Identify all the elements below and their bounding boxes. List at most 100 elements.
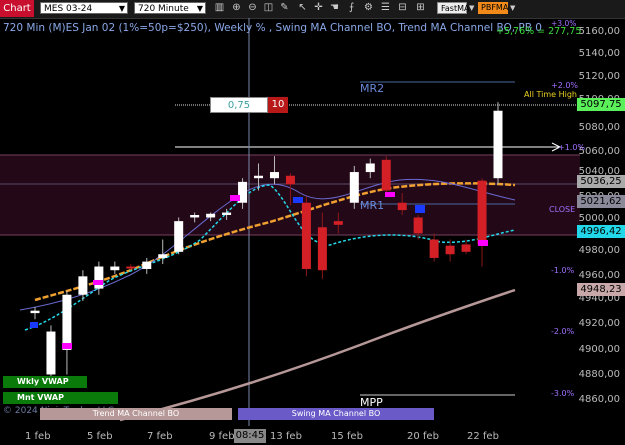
zoom-in-icon[interactable]: ⊕ bbox=[230, 2, 243, 14]
candle-body bbox=[254, 175, 264, 179]
chevron-down-icon[interactable]: ▼ bbox=[510, 2, 515, 14]
cursor-icon[interactable]: ↖ bbox=[296, 2, 309, 14]
chart-trader-icon[interactable]: ⊞ bbox=[414, 2, 427, 14]
chart-window: Chart MES 03-24 ▼ 720 Minute ▼ ▥ ⊕ ⊖ ◫ ✎… bbox=[0, 0, 625, 445]
mnt-vwap-label: Mnt VWAP bbox=[3, 392, 118, 404]
chart-style-icon[interactable]: ◫ bbox=[262, 2, 275, 14]
chevron-down-icon: ▼ bbox=[196, 4, 203, 13]
timeframe-value: 720 Minute bbox=[138, 4, 189, 14]
candle-body bbox=[285, 175, 295, 185]
x-tick: 13 feb bbox=[270, 431, 302, 442]
pct-label: +1.0% bbox=[558, 143, 586, 152]
bars-icon[interactable]: ▥ bbox=[213, 2, 226, 14]
indicators-icon[interactable]: ⨍ bbox=[345, 2, 358, 14]
x-tick: 7 feb bbox=[147, 431, 173, 442]
candles bbox=[30, 102, 503, 377]
y-tick: 5080,00 bbox=[578, 122, 620, 133]
close-price-tag: 5036,25 bbox=[577, 175, 625, 188]
candle-body bbox=[222, 212, 232, 215]
candle-body bbox=[397, 202, 407, 211]
y-tick: 4960,00 bbox=[578, 270, 620, 281]
chevron-down-icon: ▼ bbox=[118, 4, 125, 13]
crosshair-icon[interactable]: ✛ bbox=[312, 2, 325, 14]
marker-blue bbox=[293, 197, 303, 203]
all-time-high-label: All Time High bbox=[524, 90, 577, 99]
candle-body bbox=[461, 244, 471, 252]
x-tick: 20 feb bbox=[407, 431, 439, 442]
fast-ma-button[interactable]: FastMA bbox=[437, 2, 469, 14]
candle-body bbox=[78, 276, 88, 295]
candle-body bbox=[158, 254, 168, 258]
y-tick: 5000,00 bbox=[578, 213, 620, 224]
x-tick: 5 feb bbox=[87, 431, 113, 442]
header-gain: +5,76% = 277,75 bbox=[496, 26, 582, 37]
template-icon[interactable]: ⊟ bbox=[396, 2, 409, 14]
chevron-down-icon[interactable]: ▼ bbox=[469, 2, 474, 14]
trend-ma-channel-label: Trend MA Channel BO bbox=[40, 408, 232, 420]
timeframe-selector[interactable]: 720 Minute ▼ bbox=[134, 2, 206, 14]
marker-magenta bbox=[93, 280, 103, 285]
x-tick: 9 feb bbox=[209, 431, 235, 442]
y-tick: 4920,00 bbox=[578, 318, 620, 329]
candle-body bbox=[269, 172, 279, 179]
y-tick: 4860,00 bbox=[578, 394, 620, 405]
mr2-label: MR2 bbox=[360, 82, 385, 95]
symbol-value: MES 03-24 bbox=[44, 4, 93, 14]
marker-magenta bbox=[230, 195, 240, 201]
y-tick: 5160,00 bbox=[578, 26, 620, 37]
x-tick: 22 feb bbox=[467, 431, 499, 442]
marker-blue bbox=[30, 322, 38, 328]
pct-label: -3.0% bbox=[551, 389, 575, 398]
y-tick: 5120,00 bbox=[578, 71, 620, 82]
marker-magenta bbox=[62, 343, 72, 349]
strategy-icon[interactable]: ⚙ bbox=[362, 2, 375, 14]
candle-body bbox=[174, 221, 184, 252]
pbf-ma-button[interactable]: PBFMA bbox=[478, 2, 508, 14]
toolbar: Chart MES 03-24 ▼ 720 Minute ▼ ▥ ⊕ ⊖ ◫ ✎… bbox=[0, 0, 625, 19]
price-chart[interactable] bbox=[0, 18, 625, 426]
candle-body bbox=[30, 310, 40, 314]
last-price-tag: 5097,75 bbox=[577, 98, 625, 111]
properties-icon[interactable]: ☰ bbox=[379, 2, 392, 14]
candle-body bbox=[110, 266, 120, 271]
close-label: CLOSE bbox=[549, 205, 576, 214]
candle-body bbox=[349, 172, 359, 203]
candle-body bbox=[301, 202, 311, 269]
candle-body bbox=[365, 163, 375, 173]
drawing-tools-icon[interactable]: ✎ bbox=[278, 2, 291, 14]
candle-body bbox=[317, 227, 327, 271]
symbol-selector[interactable]: MES 03-24 ▼ bbox=[40, 2, 128, 14]
crosshair-time-label: 08:45 bbox=[234, 429, 266, 443]
order-price-box[interactable]: 0,75 bbox=[210, 97, 268, 113]
ma-pink bbox=[119, 288, 516, 422]
candle-body bbox=[190, 215, 200, 218]
pct-label: +2.0% bbox=[551, 81, 579, 90]
candle-body bbox=[62, 294, 72, 350]
candle-body bbox=[445, 245, 455, 255]
swing-ma-channel-label: Swing MA Channel BO bbox=[238, 408, 434, 420]
candle-body bbox=[333, 221, 343, 225]
candle-body bbox=[413, 217, 423, 234]
marker-blue bbox=[415, 205, 425, 213]
pct-label: -2.0% bbox=[551, 327, 575, 336]
pct-label: -1.0% bbox=[551, 266, 575, 275]
ma-slow-price-tag: 4948,23 bbox=[577, 283, 625, 296]
hand-icon[interactable]: ☚ bbox=[328, 2, 341, 14]
y-tick: 4980,00 bbox=[578, 245, 620, 256]
marker-magenta bbox=[385, 192, 395, 197]
y-tick: 4880,00 bbox=[578, 369, 620, 380]
candle-body bbox=[493, 110, 503, 179]
chart-tab[interactable]: Chart bbox=[0, 0, 34, 17]
x-tick: 1 feb bbox=[25, 431, 51, 442]
candle-body bbox=[94, 266, 104, 289]
y-tick: 5140,00 bbox=[578, 48, 620, 59]
x-tick: 15 feb bbox=[331, 431, 363, 442]
ma-fast-price-tag: 5021,62 bbox=[577, 195, 625, 208]
chart-title: 720 Min (M)ES Jan 02 (1%=50p=$250), Week… bbox=[3, 22, 542, 34]
vwap-price-tag: 4996,42 bbox=[577, 225, 625, 238]
zoom-out-icon[interactable]: ⊖ bbox=[246, 2, 259, 14]
mr1-label: MR1 bbox=[360, 199, 385, 212]
candle-body bbox=[46, 331, 56, 375]
order-qty-box[interactable]: 10 bbox=[268, 97, 288, 113]
candle-body bbox=[206, 213, 216, 218]
